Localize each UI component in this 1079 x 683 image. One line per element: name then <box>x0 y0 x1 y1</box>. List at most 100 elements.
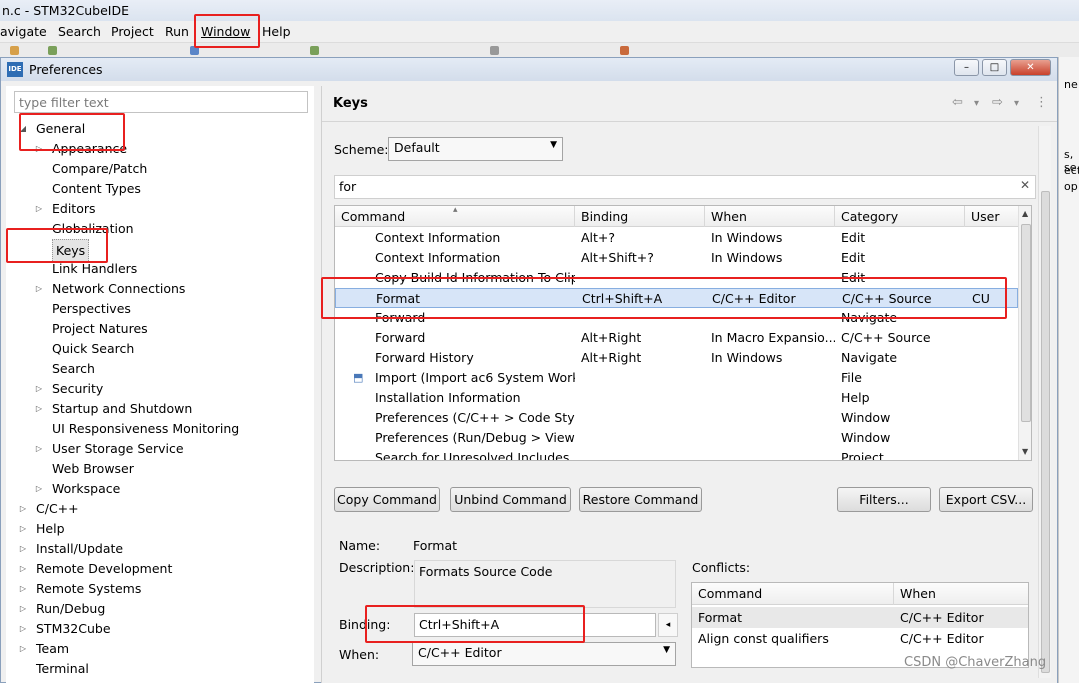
tree-item[interactable]: ▷ Remote Systems <box>6 579 306 599</box>
binding-menu-icon[interactable]: ◂ <box>658 613 678 637</box>
command-filter-input[interactable]: for ✕ <box>334 175 1036 199</box>
when-select[interactable]: C/C++ Editor ▼ <box>412 642 676 666</box>
tree-filter-input[interactable]: type filter text <box>14 91 308 113</box>
table-row[interactable]: Context Information Alt+? In Windows Edit <box>335 228 1018 248</box>
tree-collapsed-icon[interactable]: ▷ <box>18 559 28 579</box>
scroll-up-icon[interactable]: ▲ <box>1022 209 1028 218</box>
cell-category: Window <box>841 430 891 445</box>
toolbar-icon[interactable] <box>310 46 319 55</box>
menu-help[interactable]: Help <box>262 24 291 39</box>
watermark: CSDN @ChaverZhang <box>904 655 1047 670</box>
conflict-row[interactable]: Format C/C++ Editor <box>692 607 1028 628</box>
tree-item[interactable]: ▷ C/C++ <box>6 499 306 519</box>
tree-collapsed-icon[interactable]: ▷ <box>34 479 44 499</box>
tree-item[interactable]: Project Natures <box>6 319 306 339</box>
more-options-icon[interactable]: ⋮ <box>1035 95 1048 110</box>
tree-collapsed-icon[interactable]: ▷ <box>18 499 28 519</box>
table-row[interactable]: Preferences (Run/Debug > View Pe Window <box>335 428 1018 448</box>
table-row[interactable]: Installation Information Help <box>335 388 1018 408</box>
tree-collapsed-icon[interactable]: ▷ <box>18 539 28 559</box>
col-conflict-command[interactable]: Command <box>692 583 894 605</box>
tree-item[interactable]: Content Types <box>6 179 306 199</box>
tree-item[interactable]: Quick Search <box>6 339 306 359</box>
chevron-down-icon: ▼ <box>550 140 557 150</box>
toolbar-icon[interactable] <box>48 46 57 55</box>
tree-collapsed-icon[interactable]: ▷ <box>18 579 28 599</box>
tree-collapsed-icon[interactable]: ▷ <box>34 379 44 399</box>
tree-item[interactable]: Compare/Patch <box>6 159 306 179</box>
tree-item[interactable]: Perspectives <box>6 299 306 319</box>
tree-collapsed-icon[interactable]: ▷ <box>34 279 44 299</box>
table-scrollbar[interactable]: ▲ ▼ <box>1018 206 1031 460</box>
tree-collapsed-icon[interactable]: ▷ <box>34 199 44 219</box>
tree-item[interactable]: ▷ Run/Debug <box>6 599 306 619</box>
tree-collapsed-icon[interactable]: ▷ <box>18 619 28 639</box>
scheme-select[interactable]: Default ▼ <box>388 137 563 161</box>
table-row[interactable]: Search for Unresolved Includes Project <box>335 448 1018 460</box>
toolbar-icon[interactable] <box>620 46 629 55</box>
tree-collapsed-icon[interactable]: ▷ <box>18 599 28 619</box>
col-binding[interactable]: Binding <box>575 206 705 227</box>
table-row[interactable]: Preferences (C/C++ > Code Style Window <box>335 408 1018 428</box>
col-user[interactable]: User <box>965 206 1018 227</box>
tree-item[interactable]: ▷ Editors <box>6 199 306 219</box>
scrollbar-thumb[interactable] <box>1041 191 1050 673</box>
col-category[interactable]: Category <box>835 206 965 227</box>
copy-command-button[interactable]: Copy Command <box>334 487 440 512</box>
scrollbar-thumb[interactable] <box>1021 224 1031 422</box>
menu-navigate[interactable]: avigate <box>0 24 47 39</box>
tree-collapsed-icon[interactable]: ▷ <box>34 399 44 419</box>
tree-item[interactable]: Web Browser <box>6 459 306 479</box>
cell-command: Forward History <box>375 350 474 365</box>
forward-arrow-icon[interactable]: ⇨ <box>992 95 1003 110</box>
tree-item[interactable]: ▷ Install/Update <box>6 539 306 559</box>
tree-collapsed-icon[interactable]: ▷ <box>18 639 28 659</box>
back-menu-icon[interactable]: ▾ <box>974 98 979 109</box>
preference-tree-pane: type filter text ◢ General ▷ Appearance Comp… <box>6 86 314 683</box>
toolbar-icon[interactable] <box>10 46 19 55</box>
page-scrollbar[interactable] <box>1038 126 1051 678</box>
tree-item[interactable]: Search <box>6 359 306 379</box>
back-arrow-icon[interactable]: ⇦ <box>952 95 963 110</box>
table-row[interactable]: Forward History Alt+Right In Windows Naviga… <box>335 348 1018 368</box>
maximize-button[interactable]: □ <box>982 59 1007 76</box>
menu-project[interactable]: Project <box>111 24 154 39</box>
tree-item[interactable]: UI Responsiveness Monitoring <box>6 419 306 439</box>
filters-button[interactable]: Filters... <box>837 487 931 512</box>
minimize-button[interactable]: – <box>954 59 979 76</box>
restore-command-button[interactable]: Restore Command <box>579 487 702 512</box>
close-button[interactable]: ✕ <box>1010 59 1051 76</box>
tree-item[interactable]: ▷ Startup and Shutdown <box>6 399 306 419</box>
table-row[interactable]: Forward Alt+Right In Macro Expansio... C/C+… <box>335 328 1018 348</box>
tree-item-label: Workspace <box>52 481 121 496</box>
table-row[interactable]: Context Information Alt+Shift+? In Windows… <box>335 248 1018 268</box>
conflict-row[interactable]: Align const qualifiers C/C++ Editor <box>692 628 1028 649</box>
forward-menu-icon[interactable]: ▾ <box>1014 98 1019 109</box>
tree-item[interactable]: ▷ Network Connections <box>6 279 306 299</box>
scroll-down-icon[interactable]: ▼ <box>1022 447 1028 456</box>
conflicts-label: Conflicts: <box>692 560 751 575</box>
table-row[interactable]: ⬒ Import (Import ac6 System Workb File <box>335 368 1018 388</box>
menu-search[interactable]: Search <box>58 24 101 39</box>
tree-item[interactable]: ▷ Team <box>6 639 306 659</box>
unbind-command-button[interactable]: Unbind Command <box>450 487 571 512</box>
tree-item[interactable]: ▷ Help <box>6 519 306 539</box>
clear-icon[interactable]: ✕ <box>1020 178 1030 192</box>
tree-collapsed-icon[interactable]: ▷ <box>18 519 28 539</box>
col-when[interactable]: When <box>705 206 835 227</box>
tree-item[interactable]: Terminal <box>6 659 306 679</box>
col-command[interactable]: Command ▴ <box>335 206 575 227</box>
export-csv-button[interactable]: Export CSV... <box>939 487 1033 512</box>
tree-item[interactable]: ▷ User Storage Service <box>6 439 306 459</box>
tree-item[interactable]: ▷ STM32Cube <box>6 619 306 639</box>
tree-item[interactable]: ▷ Remote Development <box>6 559 306 579</box>
cell-command: Import (Import ac6 System Workb <box>375 370 575 385</box>
edge-text: ect <box>1064 164 1079 177</box>
col-conflict-when[interactable]: When <box>894 583 1028 605</box>
toolbar-icon[interactable] <box>490 46 499 55</box>
tree-item[interactable]: ▷ Security <box>6 379 306 399</box>
cell-when: In Windows <box>711 250 783 265</box>
menu-run[interactable]: Run <box>165 24 189 39</box>
tree-collapsed-icon[interactable]: ▷ <box>34 439 44 459</box>
tree-item[interactable]: ▷ Workspace <box>6 479 306 499</box>
